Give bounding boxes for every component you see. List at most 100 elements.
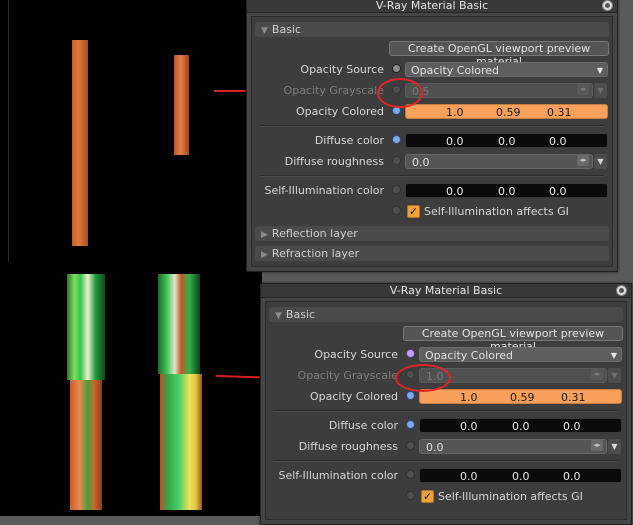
texture-map-dot-icon[interactable] (406, 420, 415, 429)
panel-title: V-Ray Material Basic (261, 284, 631, 298)
divider (260, 175, 604, 177)
expand-triangle-icon: ▶ (261, 230, 268, 240)
opacity-grayscale-field[interactable]: 0.5 (405, 83, 593, 98)
divider (274, 410, 618, 412)
texture-map-dot-icon[interactable] (406, 349, 415, 358)
section-basic[interactable]: ▼ Basic (269, 307, 623, 322)
row-opacity-colored: Opacity Colored 1.0 0.59 0.31 (266, 388, 626, 405)
bottom-right-green-top (158, 274, 200, 374)
chevron-down-icon: ▼ (596, 66, 603, 75)
annotation-circle-top (377, 78, 423, 108)
diffuse-roughness-field[interactable]: 0.0 (405, 154, 593, 169)
row-self-illum-gi: ✓ Self-Illumination affects GI (266, 488, 626, 505)
opacity-source-label: Opacity Source (300, 63, 384, 76)
collapse-triangle-icon: ▼ (261, 26, 268, 36)
color-g: 0.0 (498, 135, 516, 148)
row-opacity-source: Opacity Source Opacity Colored ▼ (252, 61, 612, 78)
spinner-arrows-icon[interactable]: ◂▸ (577, 155, 589, 166)
viewport-top-render (8, 0, 249, 262)
self-illum-gi-checkbox[interactable]: ✓ (421, 490, 434, 503)
spinner-arrows-icon[interactable]: ◂▸ (591, 440, 603, 451)
material-panel-top: V-Ray Material Basic ▼ Basic Create OpenG… (246, 0, 618, 272)
chevron-down-icon[interactable]: ▼ (594, 154, 607, 169)
opacity-colored-swatch[interactable]: 1.0 0.59 0.31 (419, 389, 622, 404)
create-opengl-preview-button[interactable]: Create OpenGL viewport preview material (403, 326, 623, 353)
chevron-down-icon[interactable]: ▼ (608, 368, 621, 383)
opacity-source-dropdown[interactable]: Opacity Colored ▼ (419, 347, 622, 362)
color-b: 0.0 (549, 185, 567, 198)
texture-map-dot-icon[interactable] (392, 135, 401, 144)
row-self-illum: Self-Illumination color 0.0 0.0 0.0 (266, 467, 626, 484)
create-opengl-preview-button[interactable]: Create OpenGL viewport preview material (389, 41, 609, 68)
self-illum-swatch[interactable]: 0.0 0.0 0.0 (405, 183, 608, 198)
section-label: Refraction layer (271, 247, 360, 260)
opacity-colored-label: Opacity Colored (295, 105, 384, 118)
color-g: 0.59 (496, 106, 521, 119)
section-basic[interactable]: ▼ Basic (255, 22, 609, 37)
color-r: 0.0 (446, 185, 464, 198)
bottom-left-green-top (67, 274, 105, 380)
checkmark-icon: ✓ (422, 490, 433, 503)
annotation-circle-bottom (395, 364, 451, 392)
chevron-down-icon[interactable]: ▼ (594, 83, 607, 98)
top-left-cylinder (72, 40, 88, 246)
section-label: Basic (285, 308, 316, 321)
color-r: 1.0 (446, 106, 464, 119)
opacity-source-dropdown[interactable]: Opacity Colored ▼ (405, 62, 608, 77)
texture-map-dot-icon[interactable] (392, 185, 401, 194)
panel-title: V-Ray Material Basic (247, 0, 617, 13)
color-b: 0.31 (561, 391, 586, 404)
texture-map-dot-icon[interactable] (406, 470, 415, 479)
texture-map-dot-icon[interactable] (392, 206, 401, 215)
chevron-down-icon: ▼ (610, 351, 617, 360)
row-diffuse-roughness: Diffuse roughness 0.0 ◂▸ ▼ (252, 153, 612, 170)
self-illum-swatch[interactable]: 0.0 0.0 0.0 (419, 468, 622, 483)
texture-map-dot-icon[interactable] (392, 64, 401, 73)
bottom-left-orange (70, 380, 102, 510)
color-r: 0.0 (460, 470, 478, 483)
spinner-arrows-icon[interactable]: ◂▸ (591, 369, 603, 380)
close-circle-icon[interactable] (602, 0, 613, 11)
diffuse-roughness-label: Diffuse roughness (298, 440, 398, 453)
color-g: 0.0 (498, 185, 516, 198)
diffuse-roughness-field[interactable]: 0.0 (419, 439, 607, 454)
color-g: 0.0 (512, 420, 530, 433)
color-r: 0.0 (446, 135, 464, 148)
color-g: 0.0 (512, 470, 530, 483)
opacity-grayscale-label: Opacity Grayscale (297, 369, 398, 382)
dropdown-value: Opacity Colored (425, 349, 514, 362)
opacity-colored-swatch[interactable]: 1.0 0.59 0.31 (405, 104, 608, 119)
close-circle-icon[interactable] (616, 285, 627, 296)
color-b: 0.0 (563, 470, 581, 483)
self-illum-gi-label: Self-Illumination affects GI (438, 490, 583, 503)
top-right-cylinder (174, 55, 189, 155)
diffuse-color-swatch[interactable]: 0.0 0.0 0.0 (405, 133, 608, 148)
row-opacity-source: Opacity Source Opacity Colored ▼ (266, 346, 626, 363)
row-opacity-grayscale: Opacity Grayscale 0.5 ◂▸ ▼ (252, 82, 612, 99)
bottom-right-yellow (160, 374, 202, 510)
color-r: 0.0 (460, 420, 478, 433)
section-reflection-layer[interactable]: ▶ Reflection layer (255, 226, 609, 241)
panel-body: ▼Basic Create OpenGL viewport preview ma… (265, 301, 627, 520)
material-panel-bottom: V-Ray Material Basic ▼ Basic Create OpenG… (260, 283, 632, 525)
spinner-arrows-icon[interactable]: ◂▸ (577, 84, 589, 95)
texture-map-dot-icon[interactable] (406, 441, 415, 450)
row-self-illum: Self-Illumination color 0.0 0.0 0.0 (252, 182, 612, 199)
chevron-down-icon[interactable]: ▼ (608, 439, 621, 454)
diffuse-roughness-label: Diffuse roughness (284, 155, 384, 168)
divider (260, 125, 604, 127)
texture-map-dot-icon[interactable] (392, 156, 401, 165)
row-diffuse-color: Diffuse color 0.0 0.0 0.0 (252, 132, 612, 149)
render-viewport[interactable] (0, 0, 262, 516)
section-refraction-layer[interactable]: ▶ Refraction layer (255, 246, 609, 261)
diffuse-color-swatch[interactable]: 0.0 0.0 0.0 (419, 418, 622, 433)
self-illum-gi-label: Self-Illumination affects GI (424, 205, 569, 218)
self-illum-gi-checkbox[interactable]: ✓ (407, 205, 420, 218)
self-illum-label: Self-Illumination color (278, 469, 398, 482)
texture-map-dot-icon[interactable] (406, 391, 415, 400)
checkmark-icon: ✓ (408, 205, 419, 218)
color-b: 0.31 (547, 106, 572, 119)
texture-map-dot-icon[interactable] (406, 491, 415, 500)
opacity-colored-label: Opacity Colored (309, 390, 398, 403)
row-diffuse-color: Diffuse color 0.0 0.0 0.0 (266, 417, 626, 434)
